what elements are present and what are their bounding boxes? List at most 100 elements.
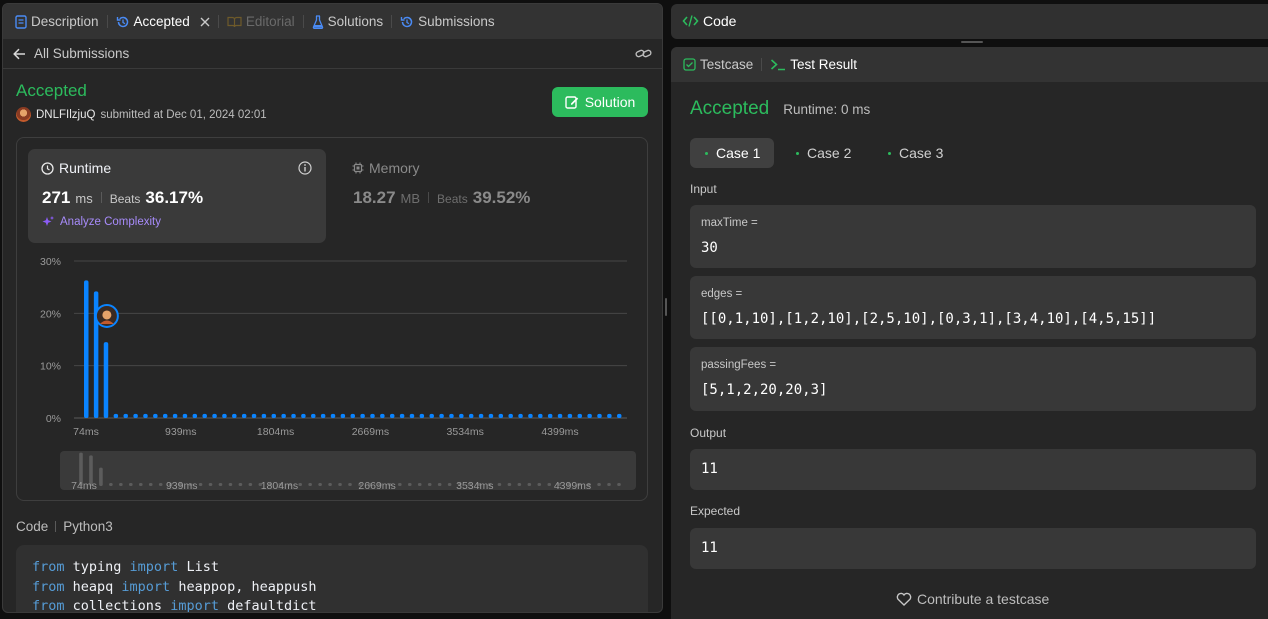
- tab-testcase[interactable]: Testcase: [683, 57, 753, 72]
- tab-description-label: Description: [31, 14, 99, 29]
- analyze-complexity-link[interactable]: Analyze Complexity: [42, 215, 161, 228]
- slider-bar: [447, 483, 452, 486]
- test-result-panel: Testcase Test Result Accepted Runtime: 0…: [671, 47, 1268, 619]
- performance-box: Runtime 271 ms Beats 36.17% Analyze Comp…: [16, 137, 648, 501]
- input-value: [5,1,2,20,20,3]: [701, 382, 828, 398]
- chart-bar: [340, 413, 346, 418]
- chart-bar: [419, 413, 425, 418]
- tab-accepted-label: Accepted: [133, 14, 190, 29]
- chart-bar: [597, 413, 602, 418]
- slider-bar: [537, 483, 542, 486]
- chart-bar: [320, 413, 326, 418]
- slider-tick-label: 3534ms: [456, 480, 493, 492]
- tab-test-result[interactable]: Test Result: [770, 57, 857, 72]
- solution-button-label: Solution: [584, 94, 636, 110]
- tab-solutions[interactable]: Solutions: [312, 14, 384, 29]
- slider-bar: [99, 467, 103, 486]
- contribute-testcase-link[interactable]: Contribute a testcase: [896, 591, 1049, 607]
- input-field-edges[interactable]: edges = [[0,1,10],[1,2,10],[2,5,10],[0,3…: [690, 276, 1256, 339]
- slider-tick-label: 74ms: [71, 480, 97, 492]
- chart-bar: [488, 413, 494, 418]
- case-tab-2[interactable]: Case 2: [796, 138, 851, 168]
- chart-bar: [538, 413, 543, 418]
- chart-bar: [459, 413, 464, 418]
- slider-bar: [328, 483, 332, 486]
- chart-bar: [399, 413, 405, 418]
- output-label: Output: [690, 426, 727, 440]
- code-pane-title[interactable]: Code: [703, 13, 736, 29]
- terminal-icon: [770, 58, 786, 71]
- tab-accepted[interactable]: Accepted: [116, 14, 210, 29]
- case-tab-3[interactable]: Case 3: [888, 138, 943, 168]
- code-block[interactable]: from typing import List from heapq import…: [16, 545, 648, 612]
- solution-button[interactable]: Solution: [552, 87, 648, 117]
- tab-description[interactable]: Description: [15, 14, 99, 29]
- slider-bar: [437, 483, 442, 486]
- tab-testcase-label: Testcase: [700, 57, 754, 72]
- input-value: 30: [701, 240, 718, 256]
- tab-solutions-label: Solutions: [327, 14, 384, 29]
- runtime-beats-value: 36.17%: [145, 188, 204, 207]
- slider-bar: [129, 483, 133, 486]
- slider-bar: [617, 483, 621, 486]
- link-icon[interactable]: [635, 47, 652, 60]
- chart-bar: [360, 413, 365, 418]
- chart-bar: [449, 413, 454, 418]
- submission-status: Accepted: [16, 81, 87, 100]
- input-field-passingfees[interactable]: passingFees = [5,1,2,20,20,3]: [690, 347, 1256, 411]
- chart-bar: [162, 413, 168, 418]
- submitted-time: submitted at Dec 01, 2024 02:01: [100, 108, 267, 121]
- runtime-distribution-chart[interactable]: 30% 20% 10% 0% 74ms 939ms 1804ms 2669ms 3534ms 43…: [17, 250, 647, 500]
- chart-bar: [192, 413, 198, 418]
- chart-bar: [409, 413, 415, 418]
- chart-bar: [330, 413, 336, 418]
- code-line: from typing import List: [32, 558, 632, 578]
- chart-bar: [607, 413, 612, 418]
- slider-bar: [348, 483, 352, 486]
- chart-bar: [587, 413, 592, 418]
- memory-card[interactable]: Memory 18.27 MB Beats 39.52%: [339, 149, 637, 243]
- runtime-title: Runtime: [59, 160, 112, 176]
- close-icon[interactable]: [200, 17, 210, 27]
- case-tab-1[interactable]: Case 1: [690, 138, 774, 168]
- runtime-card[interactable]: Runtime 271 ms Beats 36.17% Analyze Comp…: [28, 149, 326, 243]
- submission-subbar: All Submissions: [3, 39, 662, 69]
- slider-bar: [407, 483, 412, 486]
- resize-handle[interactable]: [961, 41, 983, 43]
- input-field-maxtime[interactable]: maxTime = 30: [690, 205, 1256, 268]
- code-token: List: [178, 559, 219, 575]
- code-token: heapq: [64, 578, 122, 595]
- code-icon: [682, 14, 699, 28]
- chart-bar: [202, 413, 207, 418]
- memory-unit: MB: [400, 191, 421, 206]
- chart-bar: [251, 413, 257, 418]
- arrow-left-icon[interactable]: [13, 48, 26, 60]
- slider-bar: [417, 483, 422, 486]
- expected-field[interactable]: 11: [690, 528, 1256, 569]
- edit-icon: [565, 95, 579, 109]
- chart-bar: [498, 413, 504, 418]
- slider-bar: [109, 483, 113, 486]
- tab-divider: [302, 15, 304, 28]
- tab-editorial-label: Editorial: [245, 14, 295, 29]
- chart-bar: [113, 413, 119, 418]
- output-field[interactable]: 11: [690, 449, 1256, 490]
- divider: [100, 192, 102, 203]
- slider-bar: [248, 483, 253, 486]
- slider-tick-label: 939ms: [166, 480, 198, 492]
- all-submissions-link[interactable]: All Submissions: [34, 46, 129, 61]
- info-icon[interactable]: [298, 161, 312, 175]
- code-token: heappop, heappush: [170, 578, 317, 595]
- expected-value: 11: [701, 540, 718, 556]
- tab-editorial[interactable]: Editorial: [227, 14, 295, 29]
- x-tick-label: 939ms: [165, 426, 197, 438]
- submitter-line: DNLFIlzjuQ submitted at Dec 01, 2024 02:…: [16, 107, 267, 122]
- vertical-resize-handle[interactable]: [665, 298, 667, 316]
- runtime-value: 271: [42, 188, 71, 207]
- slider-bar: [497, 483, 502, 486]
- history-icon: [116, 15, 130, 29]
- username[interactable]: DNLFIlzjuQ: [36, 109, 95, 121]
- memory-beats-label: Beats: [437, 192, 468, 206]
- avatar[interactable]: [16, 107, 31, 122]
- tab-submissions[interactable]: Submissions: [400, 14, 495, 29]
